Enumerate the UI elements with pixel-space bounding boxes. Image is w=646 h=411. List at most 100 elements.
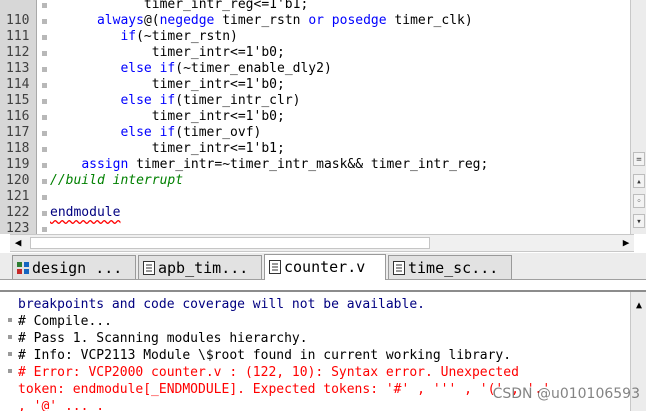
console-text: token: endmodule[_ENDMODULE]. Expected t… — [18, 382, 551, 397]
line-marker — [42, 227, 47, 232]
ide-window: 110 111 112 113 114 115 116 117 118 119 120 121 122 1… — [0, 0, 646, 411]
keyword-token: if — [120, 29, 137, 44]
scroll-right-icon[interactable]: ▶ — [620, 237, 632, 249]
console-line: # Info: VCP2113 Module \$root found in c… — [8, 347, 511, 364]
comment-token: //build interrupt — [50, 173, 184, 188]
code-line: timer_intr<=1'b0; — [50, 77, 285, 93]
console-line: # Compile... — [8, 313, 112, 330]
line-marker — [42, 83, 47, 88]
code-line: timer_intr_reg<=1'b1; — [50, 0, 308, 13]
line-bullet-icon — [8, 369, 12, 373]
split-view-icon[interactable]: = — [633, 152, 645, 166]
code-token: timer_rstn — [214, 13, 309, 28]
file-icon — [269, 257, 281, 274]
scroll-up-icon[interactable]: ▴ — [633, 174, 645, 188]
console-text: # Error: VCP2000 counter.v : (122, 10): … — [18, 365, 519, 380]
keyword-token: negedge — [159, 13, 215, 28]
keyword-token: if — [159, 125, 176, 140]
line-marker — [42, 131, 47, 136]
console-text: # Compile... — [18, 314, 112, 329]
line-number: 110 — [6, 13, 30, 28]
code-editor[interactable]: 110 111 112 113 114 115 116 117 118 119 120 121 122 1… — [0, 0, 646, 234]
keyword-token: if — [159, 93, 176, 108]
keyword-token: if — [159, 61, 176, 76]
code-token: timer_intr=~timer_intr_mask&& timer_intr… — [128, 157, 489, 172]
code-line: timer_intr<=1'b0; — [50, 109, 285, 125]
tab-label: time_sc... — [408, 259, 499, 277]
line-marker — [42, 35, 47, 40]
line-marker — [42, 163, 47, 168]
tab-design[interactable]: design ... — [12, 255, 136, 279]
code-line: timer_intr<=1'b1; — [50, 141, 285, 157]
tab-counter-v[interactable]: counter.v — [264, 254, 386, 280]
line-number — [6, 0, 36, 13]
keyword-token: always — [96, 13, 144, 28]
code-token: timer_intr<=1'b0; — [50, 77, 285, 92]
line-number: 121 — [6, 189, 30, 204]
code-line: if(~timer_rstn) — [50, 29, 238, 45]
line-marker — [42, 19, 47, 24]
console-text: # Info: VCP2113 Module \$root found in c… — [18, 348, 512, 363]
line-number: 119 — [6, 157, 30, 172]
line-marker — [42, 115, 47, 120]
code-token: timer_intr_reg<=1'b1; — [50, 0, 309, 12]
console-error-line: # Error: VCP2000 counter.v : (122, 10): … — [8, 364, 519, 381]
line-bullet-icon — [8, 335, 12, 339]
code-token: (timer_ovf) — [175, 125, 262, 140]
file-icon — [393, 258, 405, 275]
line-number: 114 — [6, 77, 30, 92]
line-number: 111 — [6, 29, 30, 44]
line-number: 115 — [6, 93, 30, 108]
code-line: always@(negedge timer_rstn or posedge ti… — [50, 13, 473, 29]
console-text: breakpoints and code coverage will not b… — [18, 297, 425, 312]
watermark: CSDN @u010106593 — [492, 386, 640, 402]
editor-horizontal-scrollbar[interactable]: ◀ ▶ — [10, 234, 634, 252]
code-line: endmodule — [50, 205, 120, 221]
tab-time-scale[interactable]: time_sc... — [388, 255, 512, 279]
line-marker — [42, 179, 47, 184]
line-bullet-icon — [8, 352, 12, 356]
line-number: 120 — [6, 173, 30, 188]
design-icon — [17, 258, 29, 274]
code-token: timer_clk) — [386, 13, 473, 28]
keyword-token: posedge — [331, 13, 387, 28]
console-line: breakpoints and code coverage will not b… — [8, 296, 425, 313]
line-number: 113 — [6, 61, 30, 76]
editor-vertical-scrollbar[interactable]: = ▴ ◦ ▾ — [630, 0, 646, 234]
console-text: , '@' ... . — [18, 399, 105, 411]
line-marker — [42, 211, 47, 216]
code-token: timer_intr<=1'b1; — [50, 141, 285, 156]
tab-apb-timer[interactable]: apb_tim... — [138, 255, 262, 279]
code-token: timer_intr<=1'b0; — [50, 109, 285, 124]
scroll-left-icon[interactable]: ◀ — [12, 237, 24, 249]
console-text: # Pass 1. Scanning modules hierarchy. — [18, 331, 308, 346]
line-number-gutter: 110 111 112 113 114 115 116 117 118 119 120 121 122 1… — [0, 0, 37, 234]
error-token: endmodule — [50, 205, 121, 220]
code-line: timer_intr<=1'b0; — [50, 45, 285, 61]
console-error-line: , '@' ... . — [8, 398, 104, 411]
code-token: (timer_intr_clr) — [175, 93, 301, 108]
scroll-marker-icon[interactable]: ◦ — [633, 194, 645, 208]
line-marker — [42, 99, 47, 104]
tab-label: design ... — [32, 259, 123, 277]
line-marker — [42, 51, 47, 56]
line-number: 116 — [6, 109, 30, 124]
scroll-up-icon[interactable]: ▲ — [633, 300, 645, 312]
code-text-area[interactable]: timer_intr_reg<=1'b1; always@(negedge ti… — [50, 0, 630, 234]
code-token: (~timer_rstn) — [136, 29, 238, 44]
line-number: 122 — [6, 205, 30, 220]
line-marker — [42, 147, 47, 152]
scroll-down-icon[interactable]: ▾ — [633, 214, 645, 228]
keyword-token: else — [120, 93, 152, 108]
console-error-line: token: endmodule[_ENDMODULE]. Expected t… — [8, 381, 550, 398]
scrollbar-thumb[interactable] — [30, 237, 430, 249]
